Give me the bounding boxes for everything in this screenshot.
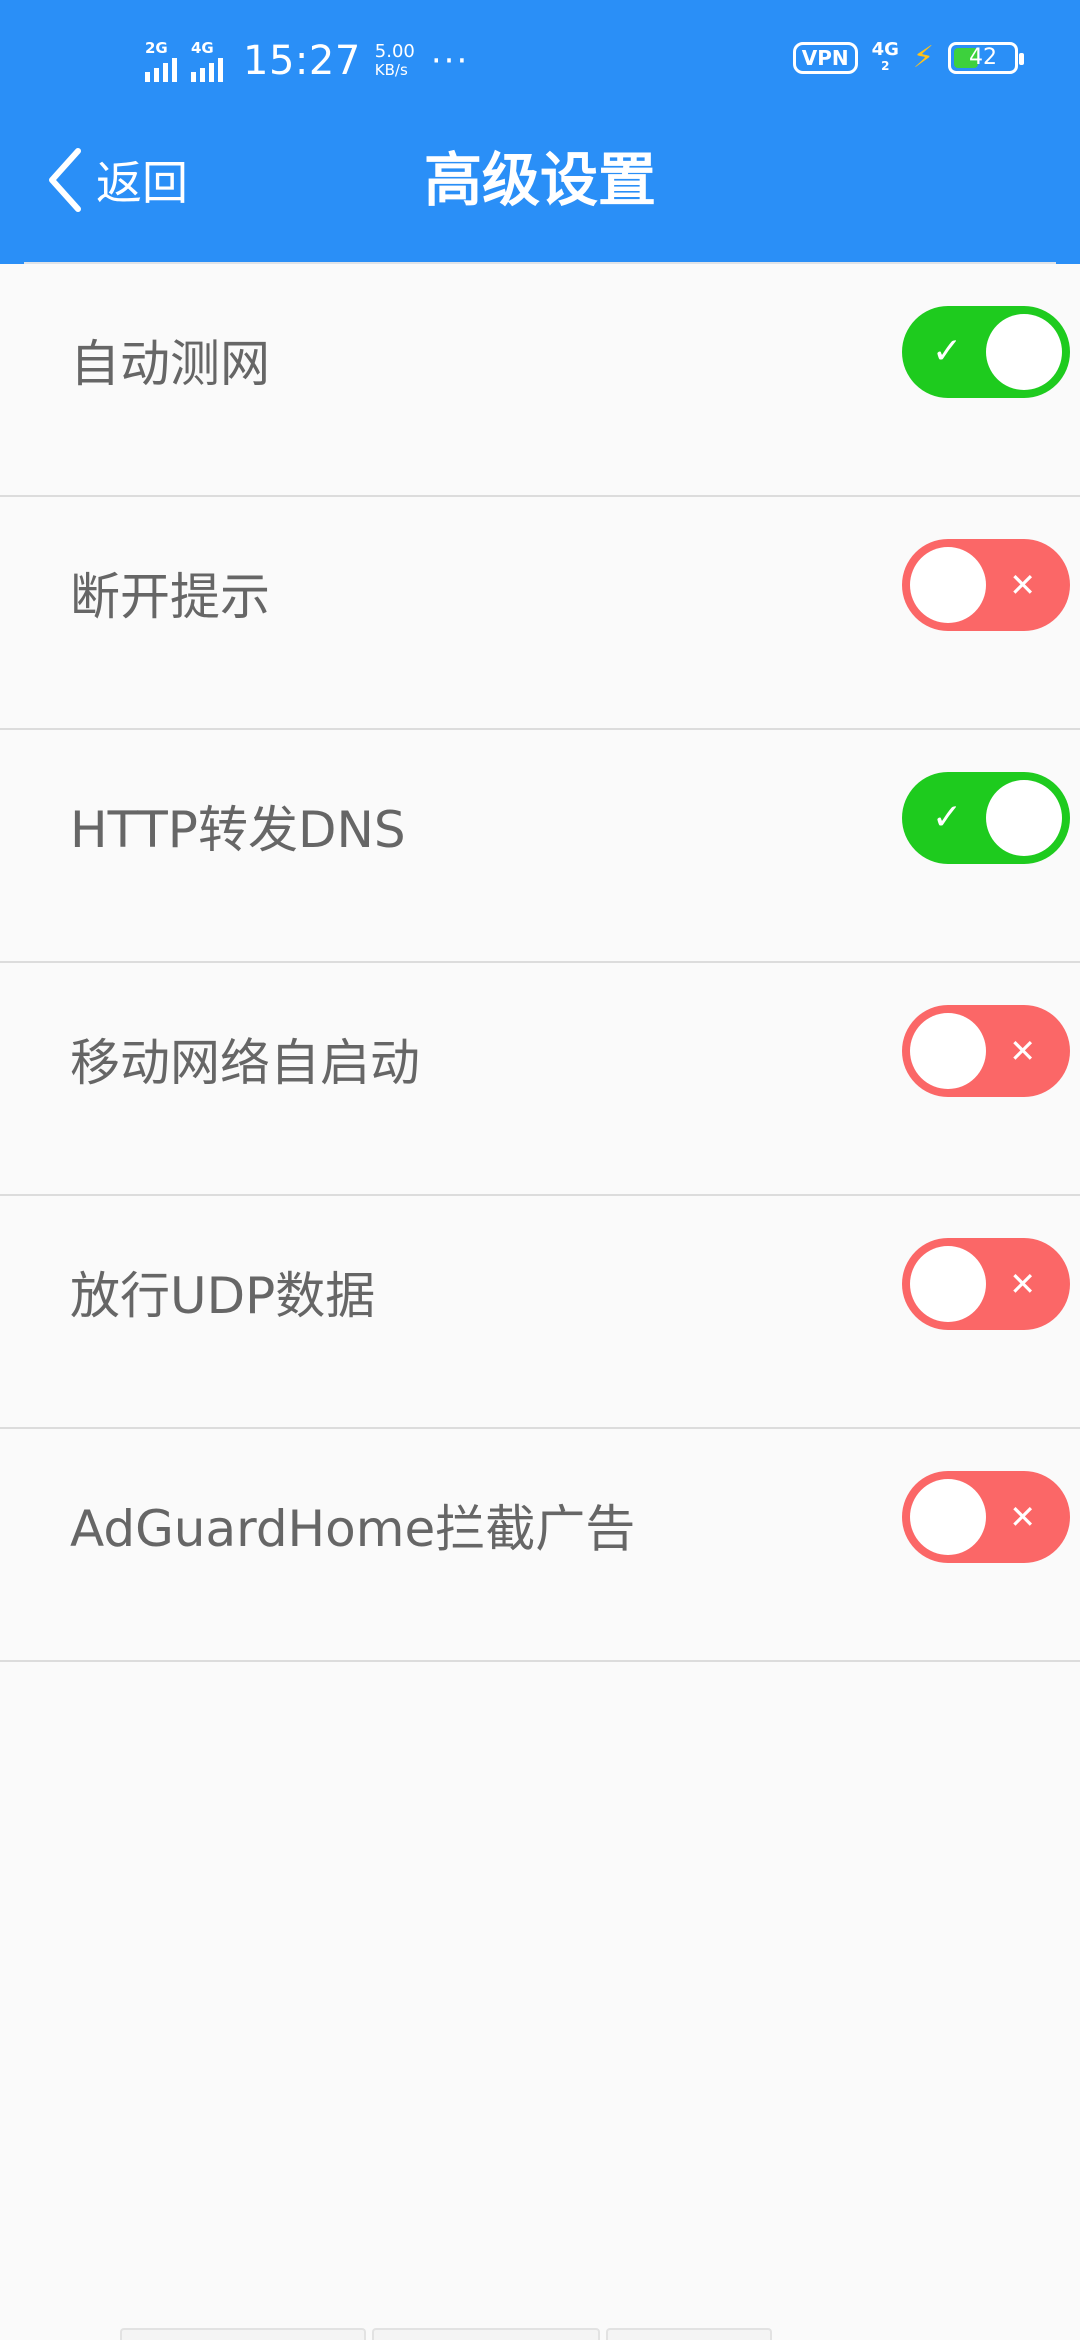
toggle-mark-icon: ✕ [1009, 1265, 1036, 1303]
toggle-auto-test-network[interactable]: ✓ [902, 306, 1070, 398]
setting-label: AdGuardHome拦截广告 [70, 1500, 636, 1558]
toggle-mobile-autostart[interactable]: ✕ [902, 1005, 1070, 1097]
signal-4g-icon: 4G [191, 40, 223, 82]
signal-4g-label: 4G [191, 39, 214, 57]
setting-label: 自动测网 [70, 335, 270, 393]
toggle-mark-icon: ✓ [932, 797, 963, 838]
toggle-mark-icon: ✕ [1009, 1498, 1036, 1536]
battery-icon: 42 [948, 41, 1024, 74]
setting-label: 断开提示 [70, 568, 270, 626]
page-title: 高级设置 [423, 146, 656, 214]
signal-2g-label: 2G [145, 39, 168, 57]
network-speed-unit: KB/s [374, 61, 408, 79]
toggle-mark-icon: ✕ [1009, 1032, 1036, 1070]
toggle-knob [986, 314, 1062, 390]
setting-row-auto-test-network: 自动测网 ✓ [0, 264, 1080, 497]
setting-row-disconnect-alert: 断开提示 ✕ [0, 497, 1080, 730]
setting-label: HTTP转发DNS [70, 801, 406, 859]
toggle-knob [910, 1479, 986, 1555]
setting-row-mobile-autostart: 移动网络自启动 ✕ [0, 963, 1080, 1196]
signal-2g-icon: 2G [145, 40, 177, 82]
toggle-mark-icon: ✓ [932, 331, 963, 372]
setting-label: 放行UDP数据 [70, 1267, 376, 1325]
bottom-edge-tabs [120, 2328, 772, 2340]
network-speed: 5.00 KB/s [374, 41, 415, 80]
status-time: 15:27 [243, 38, 361, 84]
status-bar-right: VPN 4G 2 ⚡ 42 [792, 38, 1024, 75]
toggle-knob [986, 780, 1062, 856]
bolt-icon: ⚡ [912, 40, 934, 75]
toggle-mark-icon: ✕ [1009, 566, 1036, 604]
setting-row-adguard-home: AdGuardHome拦截广告 ✕ [0, 1429, 1080, 1662]
toggle-knob [910, 1246, 986, 1322]
network-speed-value: 5.00 [374, 41, 415, 62]
setting-row-http-dns: HTTP转发DNS ✓ [0, 730, 1080, 963]
network-type: 4G [871, 38, 899, 60]
status-bar-left: 2G 4G 15:27 5.00 KB/s ··· [145, 36, 469, 86]
setting-label: 移动网络自启动 [70, 1034, 420, 1092]
network-4g-icon: 4G 2 [871, 38, 899, 74]
toggle-allow-udp[interactable]: ✕ [902, 1238, 1070, 1330]
toggle-knob [910, 547, 986, 623]
more-notifications-icon: ··· [430, 41, 470, 81]
setting-row-allow-udp: 放行UDP数据 ✕ [0, 1196, 1080, 1429]
app-header: 2G 4G 15:27 5.00 KB/s ··· VPN 4G 2 ⚡ 42 … [0, 0, 1080, 264]
status-bar: 2G 4G 15:27 5.00 KB/s ··· VPN 4G 2 ⚡ 42 [0, 0, 1080, 120]
toggle-knob [910, 1013, 986, 1089]
vpn-icon: VPN [792, 41, 858, 74]
toggle-http-dns[interactable]: ✓ [902, 772, 1070, 864]
settings-list: 自动测网 ✓ 断开提示 ✕ HTTP转发DNS ✓ 移动网络自启动 ✕ 放行UD… [0, 264, 1080, 1662]
battery-level: 42 [969, 45, 997, 70]
toggle-adguard-home[interactable]: ✕ [902, 1471, 1070, 1563]
toggle-disconnect-alert[interactable]: ✕ [902, 539, 1070, 631]
network-sub: 2 [881, 58, 890, 73]
